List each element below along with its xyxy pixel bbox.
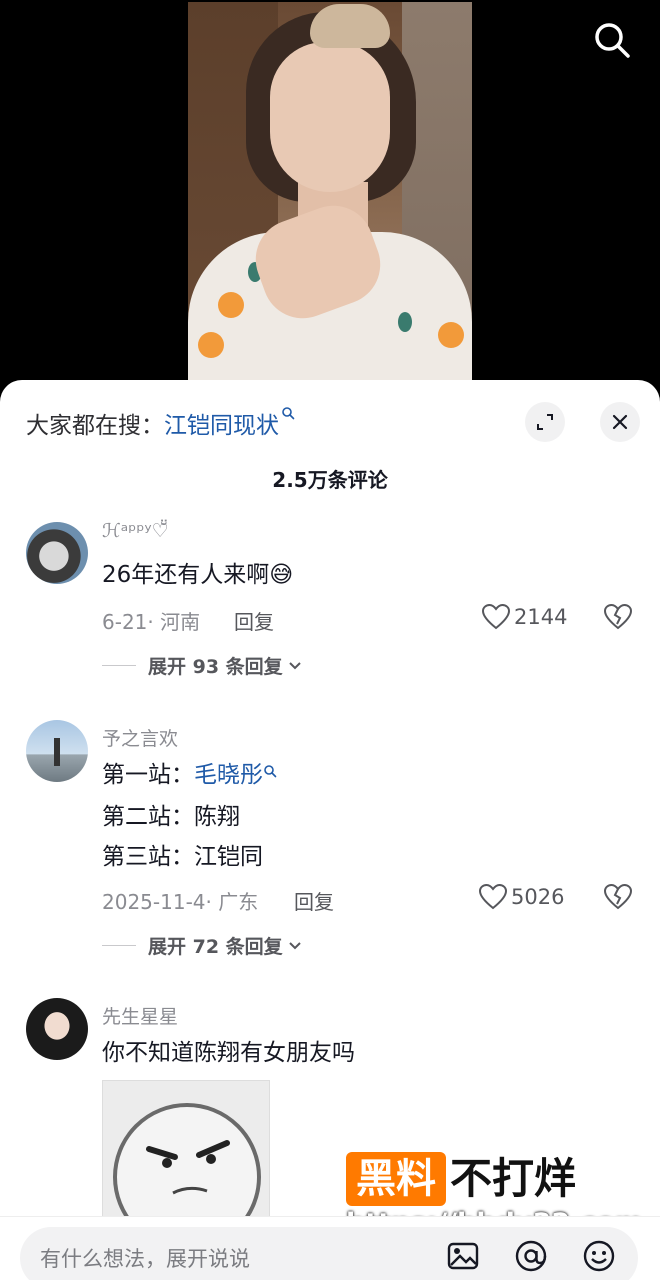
video-face (270, 42, 390, 192)
avatar[interactable] (26, 720, 88, 782)
search-icon (282, 407, 295, 420)
reply-button[interactable]: 回复 (294, 886, 334, 915)
like-count: 2144 (514, 605, 568, 629)
heart-icon (479, 884, 507, 910)
emoji-icon (583, 1240, 615, 1272)
comment-search-keyword[interactable]: 毛晓彤 (194, 762, 263, 788)
chevron-down-icon (288, 661, 301, 669)
like-button[interactable]: 2144 (482, 604, 567, 630)
meme-face-sticker (113, 1103, 261, 1219)
video-thumbnail[interactable] (188, 2, 472, 400)
like-count: 5026 (511, 885, 565, 909)
comment-text: 你不知道陈翔有女朋友吗 (102, 1040, 355, 1066)
comment-meta: 6-21· 河南 (102, 610, 201, 634)
comment-username[interactable]: 予之言欢 (102, 724, 178, 751)
search-suggestion-prefix: 大家都在搜： (26, 413, 164, 439)
close-icon (612, 414, 628, 430)
video-flower (198, 332, 224, 358)
comment-text-line: 第二站：陈翔 (102, 804, 240, 830)
comment-item: ℋᵃᵖᵖʸ♡̆̈ 26年还有人来啊😅 6-21· 河南 回复 2144 展开 9… (0, 520, 660, 680)
comment-text: 26年还有人来啊😅 (102, 562, 294, 588)
search-button[interactable] (590, 18, 634, 62)
broken-heart-icon (603, 603, 633, 630)
dislike-button[interactable] (603, 883, 633, 912)
comment-input-bar: 有什么想法，展开说说 (0, 1216, 660, 1280)
search-icon (595, 23, 630, 58)
at-icon (515, 1240, 547, 1272)
heart-icon (482, 604, 510, 630)
expand-panel-button[interactable] (525, 402, 565, 442)
chevron-down-icon (288, 941, 301, 949)
search-suggestion[interactable]: 大家都在搜：江铠同现状 (26, 406, 295, 440)
comment-input-placeholder[interactable]: 有什么想法，展开说说 (40, 1243, 250, 1273)
video-bear-headband (310, 4, 390, 48)
avatar-lighthouse (54, 738, 60, 766)
comment-count: 2.5万条评论 (272, 468, 388, 492)
image-icon (447, 1242, 479, 1270)
avatar[interactable] (26, 998, 88, 1060)
comment-meta: 2025-11-4· 广东 (102, 890, 259, 914)
expand-replies-button[interactable]: 展开 93 条回复 (102, 652, 303, 679)
video-area[interactable] (0, 0, 660, 400)
comment-text-prefix: 第一站： (102, 762, 194, 788)
expand-icon (537, 414, 553, 430)
comment-text-line: 第三站：江铠同 (102, 844, 263, 870)
comment-username[interactable]: 先生星星 (102, 1002, 178, 1029)
mention-button[interactable] (514, 1239, 548, 1273)
video-leaf (398, 312, 412, 332)
comment-panel-header: 大家都在搜：江铠同现状 (0, 380, 660, 466)
expand-replies-label: 展开 93 条回复 (148, 656, 283, 678)
divider (102, 665, 136, 666)
video-flower (438, 322, 464, 348)
search-suggestion-keyword[interactable]: 江铠同现状 (164, 413, 279, 439)
comment-username[interactable]: ℋᵃᵖᵖʸ♡̆̈ (102, 520, 169, 542)
image-button[interactable] (446, 1239, 480, 1273)
expand-replies-label: 展开 72 条回复 (148, 936, 283, 958)
comment-sticker-image[interactable] (102, 1080, 270, 1220)
dislike-button[interactable] (603, 603, 633, 632)
like-button[interactable]: 5026 (479, 884, 564, 910)
reply-button[interactable]: 回复 (234, 606, 274, 635)
search-icon (264, 765, 277, 778)
comment-item: 予之言欢 第一站：毛晓彤 第二站：陈翔 第三站：江铠同 2025-11-4· 广… (0, 720, 660, 960)
close-panel-button[interactable] (600, 402, 640, 442)
video-flower (218, 292, 244, 318)
broken-heart-icon (603, 883, 633, 910)
comment-text-line: 第一站：毛晓彤 (102, 764, 277, 787)
avatar[interactable] (26, 522, 88, 584)
emoji-button[interactable] (582, 1239, 616, 1273)
divider (102, 945, 136, 946)
expand-replies-button[interactable]: 展开 72 条回复 (102, 932, 303, 959)
comment-panel: 大家都在搜：江铠同现状 2.5万条评论 ℋᵃᵖᵖʸ♡̆̈ 26年还有人来啊😅 6… (0, 380, 660, 1280)
